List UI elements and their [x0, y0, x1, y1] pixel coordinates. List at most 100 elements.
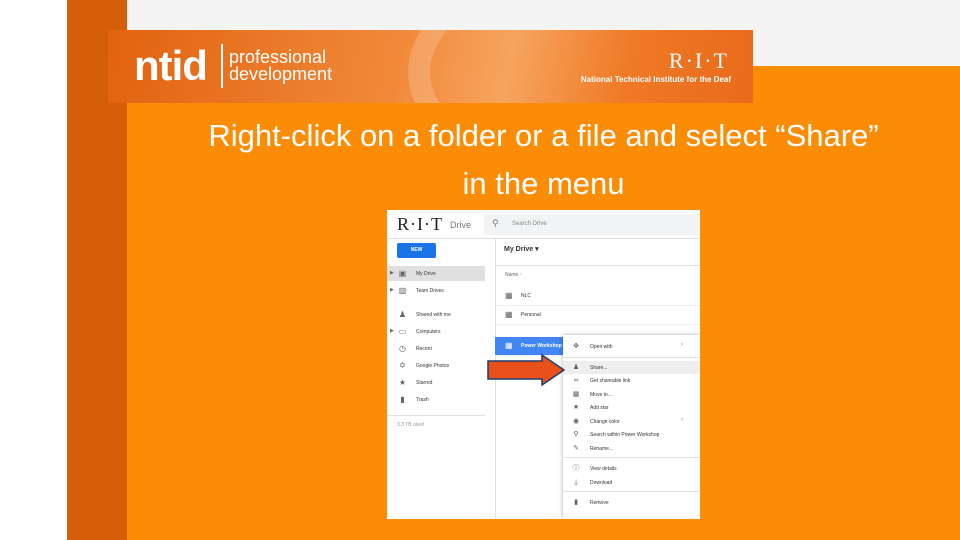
menu-divider [563, 457, 700, 458]
sidebar-item-starred[interactable]: ★ Starred [387, 375, 485, 390]
sidebar-item-my-drive[interactable]: ▶ ▣ My Drive [387, 266, 485, 281]
search-placeholder: Search Drive [512, 221, 547, 227]
pd-line2: development [229, 64, 333, 84]
menu-label: Move to... [590, 392, 612, 398]
menu-item-change-color[interactable]: ◉ Change color › [563, 415, 700, 428]
computer-icon: ▭ [398, 327, 407, 336]
shared-folder-icon: ▦ [505, 291, 513, 300]
sidebar-label: Trash [416, 397, 429, 403]
menu-label: Search within Power Workshop [590, 432, 660, 438]
menu-item-search-within[interactable]: ⚲ Search within Power Workshop [563, 428, 700, 441]
sidebar-label: Recent [416, 346, 432, 352]
menu-label: Rename... [590, 446, 614, 452]
menu-label: Get shareable link [590, 378, 631, 384]
shared-folder-icon: ▦ [505, 310, 513, 319]
clock-icon: ◷ [399, 344, 406, 353]
menu-item-add-star[interactable]: ★ Add star [563, 401, 700, 414]
expand-caret-icon[interactable]: ▶ [390, 287, 394, 293]
menu-item-download[interactable]: ⤓ Download [563, 476, 700, 489]
sidebar-label: Team Drives [416, 288, 444, 294]
palette-icon: ◉ [572, 418, 580, 425]
rit-logo: R·I·T [668, 48, 729, 73]
file-row[interactable]: ▦ NLC [495, 287, 700, 306]
shared-icon: ♟ [398, 310, 407, 319]
star-icon: ★ [398, 378, 407, 387]
menu-item-remove[interactable]: ▮ Remove [563, 496, 700, 509]
file-row[interactable]: ▦ Personal [495, 306, 700, 325]
pinwheel-icon: ✡ [399, 361, 406, 370]
slide-headline: Right-click on a folder or a file and se… [127, 112, 960, 208]
file-name: Personal [521, 312, 541, 318]
sidebar-item-trash[interactable]: ▮ Trash [387, 392, 485, 407]
star-icon: ★ [572, 404, 580, 411]
menu-label: View details [590, 466, 617, 472]
file-name: NLC [521, 293, 532, 299]
sidebar-label: Starred [416, 380, 433, 386]
rit-drive-logo[interactable]: R·I·T [397, 214, 443, 235]
folder-icon: ▦ [505, 341, 513, 350]
menu-item-rename[interactable]: ✎ Rename... [563, 442, 700, 455]
content-title: My Drive [504, 246, 534, 253]
person-add-icon: ♟ [572, 364, 580, 371]
headline-line2: in the menu [462, 166, 625, 201]
sidebar-label: Google Photos [416, 363, 450, 369]
menu-item-view-details[interactable]: ⓘ View details [563, 462, 700, 475]
pencil-icon: ✎ [573, 445, 579, 452]
expand-caret-icon[interactable]: ▶ [390, 270, 394, 276]
sidebar-divider [387, 415, 485, 416]
team-drives-icon: ▧ [398, 286, 407, 295]
link-icon: ∞ [573, 377, 579, 384]
menu-label: Share... [590, 365, 608, 371]
sort-arrow-up-icon: ↑ [519, 272, 523, 278]
professional-development-text: professional development [229, 48, 333, 84]
menu-divider [563, 357, 700, 358]
submenu-arrow-icon: › [681, 417, 683, 423]
trash-icon: ▮ [574, 499, 578, 506]
menu-item-get-shareable-link[interactable]: ∞ Get shareable link [563, 374, 700, 387]
banner-divider [221, 44, 223, 88]
trash-icon: ▮ [400, 395, 405, 404]
drive-topbar: R·I·T Drive ⚲ Search Drive [387, 210, 700, 239]
info-icon: ⓘ [572, 465, 580, 472]
drive-logo-label: Drive [450, 220, 472, 230]
caret-down-icon: ▾ [535, 246, 539, 253]
ntid-banner: ntid professional development R·I·T Nati… [108, 30, 753, 103]
headline-line1: Right-click on a folder or a file and se… [208, 118, 879, 153]
menu-label: Add star [590, 405, 609, 411]
new-button[interactable]: NEW [397, 243, 436, 258]
my-drive-icon: ▣ [398, 269, 407, 278]
sidebar-label: Shared with me [416, 312, 451, 318]
column-header-name[interactable]: Name ↑ [505, 272, 522, 278]
menu-item-open-with[interactable]: ✥ Open with › [563, 340, 700, 353]
arrow-pointer-icon [487, 353, 566, 387]
menu-label: Remove [590, 500, 609, 506]
my-drive-dropdown[interactable]: My Drive ▾ [504, 245, 539, 253]
download-icon: ⤓ [574, 479, 578, 486]
sidebar-item-google-photos[interactable]: ✡ Google Photos [387, 358, 485, 373]
open-with-icon: ✥ [573, 343, 579, 350]
menu-item-move-to[interactable]: ▦ Move to... [563, 388, 700, 401]
sidebar-item-shared-with-me[interactable]: ♟ Shared with me [387, 307, 485, 322]
search-icon: ⚲ [492, 218, 499, 228]
submenu-arrow-icon: › [681, 342, 683, 348]
search-input[interactable]: ⚲ Search Drive [484, 214, 700, 235]
sidebar-label: My Drive [416, 271, 436, 277]
menu-label: Download [590, 480, 613, 486]
file-name: Power Workshop [521, 343, 562, 349]
context-menu: ✥ Open with › ♟ Share... ∞ Get shareable… [563, 335, 700, 519]
menu-label: Change color [590, 419, 620, 425]
expand-caret-icon[interactable]: ▶ [390, 328, 394, 334]
column-name-label: Name [505, 272, 519, 278]
search-icon: ⚲ [573, 431, 579, 438]
menu-item-share[interactable]: ♟ Share... [563, 361, 700, 374]
folder-move-icon: ▦ [572, 391, 580, 398]
menu-label: Open with [590, 344, 613, 350]
sidebar-item-recent[interactable]: ◷ Recent [387, 341, 485, 356]
header-divider [495, 265, 700, 266]
sidebar-label: Computers [416, 329, 441, 335]
sidebar-item-computers[interactable]: ▶ ▭ Computers [387, 324, 485, 339]
ntid-logo: ntid [134, 42, 208, 89]
drive-sidebar: NEW ▶ ▣ My Drive ▶ ▧ Team Drives ♟ Share… [387, 238, 496, 519]
rit-subtitle: National Technical Institute for the Dea… [580, 75, 731, 84]
sidebar-item-team-drives[interactable]: ▶ ▧ Team Drives [387, 283, 485, 298]
